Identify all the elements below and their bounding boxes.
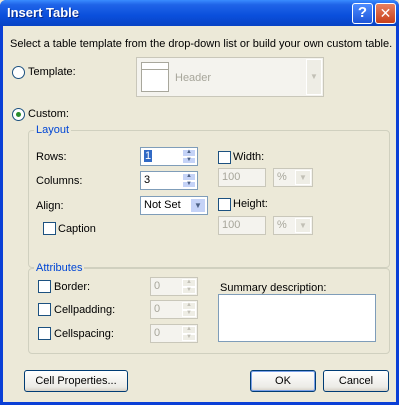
rows-stepper[interactable]: 1 ▲ ▼	[140, 147, 198, 166]
width-label: Width:	[233, 151, 265, 163]
instructions-text: Select a table template from the drop-do…	[10, 38, 393, 50]
cellpadding-label: Cellpadding:	[54, 304, 116, 316]
summary-label: Summary description:	[220, 282, 327, 294]
height-value: 100	[222, 219, 241, 231]
border-checkbox[interactable]	[38, 280, 51, 293]
caption-checkbox[interactable]	[43, 222, 56, 235]
columns-spinner[interactable]: ▲ ▼	[182, 173, 196, 188]
width-checkbox[interactable]	[218, 151, 231, 164]
template-radio[interactable]	[12, 66, 25, 79]
align-label: Align:	[36, 200, 64, 212]
rows-spinner[interactable]: ▲ ▼	[182, 149, 196, 164]
border-label: Border:	[54, 281, 91, 293]
spin-up-icon: ▲	[182, 326, 196, 334]
border-value: 0	[154, 280, 161, 292]
spin-down-icon[interactable]: ▼	[182, 156, 196, 164]
chevron-down-icon: ▼	[295, 170, 311, 185]
spin-up-icon: ▲	[182, 302, 196, 310]
columns-value: 3	[144, 174, 151, 186]
spin-down-icon[interactable]: ▼	[182, 180, 196, 188]
cellspacing-checkbox[interactable]	[38, 327, 51, 340]
rows-value: 1	[144, 150, 153, 162]
width-input: 100	[218, 168, 266, 187]
layout-group	[28, 130, 390, 268]
cellspacing-label: Cellspacing:	[54, 328, 114, 340]
ok-button[interactable]: OK	[250, 370, 316, 392]
spin-up-icon[interactable]: ▲	[182, 173, 196, 181]
caption-label: Caption	[58, 223, 96, 235]
chevron-down-icon: ▼	[295, 218, 311, 233]
dialog-title: Insert Table	[7, 5, 80, 20]
border-stepper: 0 ▲ ▼	[150, 277, 198, 296]
height-input: 100	[218, 216, 266, 235]
height-label: Height:	[233, 198, 268, 210]
template-thumbnail	[141, 62, 169, 92]
chevron-down-icon: ▼	[306, 59, 322, 95]
cellspacing-value: 0	[154, 327, 161, 339]
align-value: Not Set	[144, 199, 181, 211]
template-dropdown: Header ▼	[136, 57, 324, 97]
align-select[interactable]: Not Set ▼	[140, 196, 208, 215]
columns-label: Columns:	[36, 175, 83, 187]
spin-down-icon: ▼	[182, 309, 196, 317]
close-button[interactable]: ✕	[375, 3, 396, 24]
cellpadding-checkbox[interactable]	[38, 303, 51, 316]
layout-legend: Layout	[34, 124, 72, 136]
spin-up-icon[interactable]: ▲	[182, 149, 196, 157]
help-button[interactable]: ?	[352, 3, 373, 24]
dialog-body: Select a table template from the drop-do…	[3, 26, 396, 402]
cellpadding-value: 0	[154, 303, 161, 315]
width-unit-value: %	[277, 171, 287, 183]
spin-down-icon: ▼	[182, 286, 196, 294]
cancel-button[interactable]: Cancel	[323, 370, 389, 392]
insert-table-dialog: Insert Table ? ✕ Select a table template…	[0, 0, 399, 405]
cellpadding-spinner: ▲ ▼	[182, 302, 196, 317]
spin-up-icon: ▲	[182, 279, 196, 287]
spin-down-icon: ▼	[182, 333, 196, 341]
cell-properties-button[interactable]: Cell Properties...	[24, 370, 128, 392]
height-unit-select: % ▼	[273, 216, 313, 235]
attributes-legend: Attributes	[34, 262, 85, 274]
template-label: Template:	[28, 66, 76, 78]
width-value: 100	[222, 171, 241, 183]
border-spinner: ▲ ▼	[182, 279, 196, 294]
cellspacing-stepper: 0 ▲ ▼	[150, 324, 198, 343]
title-bar[interactable]: Insert Table ? ✕	[0, 0, 399, 26]
chevron-down-icon[interactable]: ▼	[190, 198, 206, 213]
cellpadding-stepper: 0 ▲ ▼	[150, 300, 198, 319]
summary-textarea[interactable]	[218, 294, 376, 342]
height-checkbox[interactable]	[218, 198, 231, 211]
columns-stepper[interactable]: 3 ▲ ▼	[140, 171, 198, 190]
template-value: Header	[175, 72, 212, 84]
width-unit-select: % ▼	[273, 168, 313, 187]
height-unit-value: %	[277, 219, 287, 231]
rows-label: Rows:	[36, 151, 67, 163]
custom-label: Custom:	[28, 108, 69, 120]
cellspacing-spinner: ▲ ▼	[182, 326, 196, 341]
custom-radio[interactable]	[12, 108, 25, 121]
